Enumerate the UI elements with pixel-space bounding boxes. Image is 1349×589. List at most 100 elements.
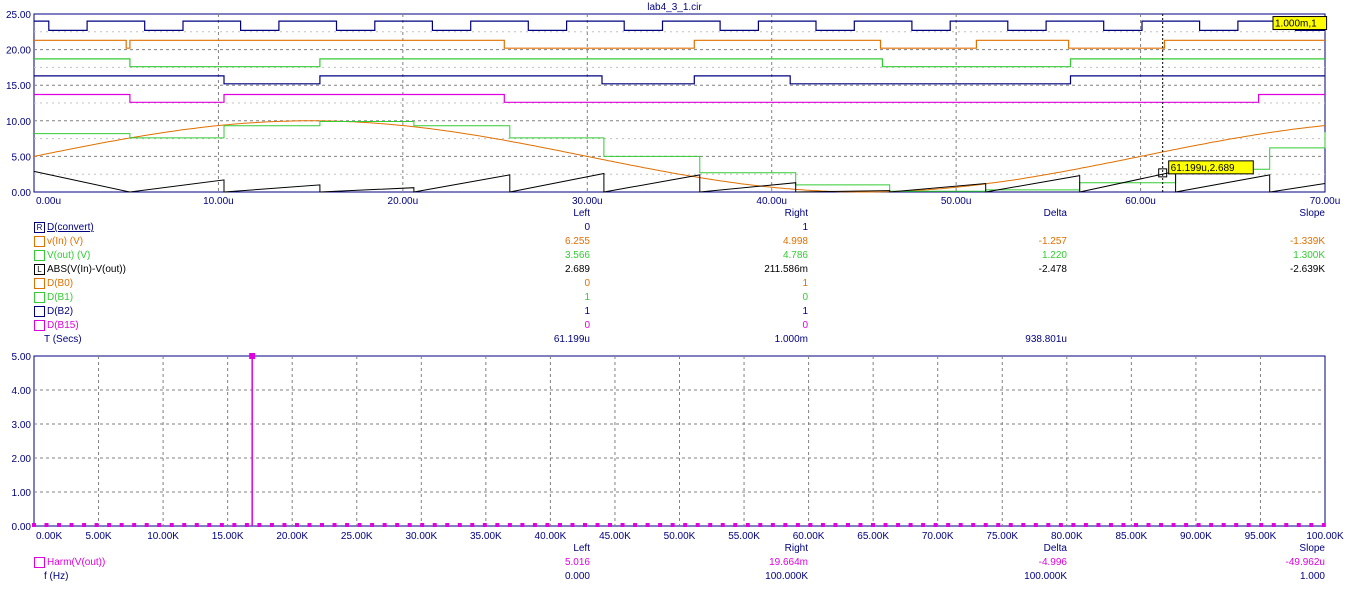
harmonic-point [1008, 523, 1013, 527]
trace-legend-item[interactable]: D(B0) [34, 278, 73, 289]
harmonic-point [1071, 523, 1076, 527]
bottom-y-tick-label: 1.00 [12, 488, 32, 499]
harmonic-point [595, 523, 600, 527]
harmonic-point [683, 523, 688, 527]
col-header-delta: Delta [1043, 543, 1067, 554]
harmonic-point [182, 523, 187, 527]
harmonic-point [1321, 523, 1326, 527]
bottom-x-tick-label: 85.00K [1115, 531, 1147, 542]
trace-name: D(B2) [47, 306, 74, 318]
cursor-value-left: 3.566 [564, 250, 590, 261]
harmonic-point [1221, 523, 1226, 527]
trace-legend-item[interactable]: D(B15) [34, 320, 79, 331]
harmonic-point [194, 523, 199, 527]
top-y-tick-label: 25.00 [6, 10, 31, 21]
cursor-label: 61.199u,2.689 [1171, 163, 1235, 174]
trace-legend-item[interactable]: T (Secs) [44, 334, 82, 345]
harmonic-point [407, 523, 412, 527]
trace-name: Harm(V(out)) [47, 557, 106, 569]
cursor-value-slope: -49.962u [1285, 557, 1325, 568]
harmonic-point [482, 523, 487, 527]
top-y-tick-label: 0.00 [12, 188, 32, 199]
cursor-value-left: 0 [584, 278, 590, 289]
trace-name: D(B1) [47, 292, 74, 304]
harmonic-point [520, 523, 525, 527]
trace-legend-item[interactable]: R D(convert) [34, 222, 94, 233]
harmonic-point [1108, 523, 1113, 527]
plot-area[interactable]: 0.00u 10.00u 20.00u 30.00u 40.00u 50.00u 60.00… [0, 0, 1349, 589]
bottom-x-tick-label: 5.00K [85, 531, 111, 542]
bottom-x-tick-label: 30.00K [405, 531, 437, 542]
trace-name: ABS(V(In)-V(out)) [47, 264, 126, 276]
trace-legend-item[interactable]: D(B1) [34, 292, 73, 303]
cursor-value-right: 4.998 [782, 236, 808, 247]
cursor-value-right: 1.000m [774, 334, 808, 345]
harmonic-point [983, 523, 988, 527]
bottom-y-tick-label: 4.00 [12, 386, 32, 397]
harmonic-point [883, 523, 888, 527]
trace-legend-item[interactable]: D(B2) [34, 306, 73, 317]
trace-legend-item[interactable]: f (Hz) [44, 571, 68, 582]
harmonic-point [1159, 523, 1164, 527]
harmonic-point [582, 523, 587, 527]
harmonic-point [470, 523, 475, 527]
top-y-tick-label: 5.00 [12, 152, 32, 163]
top-y-tick-label: 10.00 [6, 117, 31, 128]
harmonic-point [896, 523, 901, 527]
harmonic-point [257, 523, 262, 527]
harmonic-point [370, 523, 375, 527]
harmonic-point [82, 523, 87, 527]
harmonic-point [833, 523, 838, 527]
bottom-x-tick-label: 50.00K [664, 531, 696, 542]
harmonic-point [695, 523, 700, 527]
cursor-label: 1.000m,1 [1275, 19, 1317, 30]
harmonic-point [495, 523, 500, 527]
harmonic-point [645, 523, 650, 527]
bottom-x-tick-label: 70.00K [922, 531, 954, 542]
harmonic-point [946, 523, 951, 527]
bottom-y-tick-label: 2.00 [12, 454, 32, 465]
harmonic-point [620, 523, 625, 527]
trace-legend-icon [34, 278, 45, 289]
top-x-tick-label: 50.00u [941, 196, 972, 207]
cursor-value-left: 0.000 [564, 571, 590, 582]
bottom-x-tick-label: 20.00K [276, 531, 308, 542]
harmonic-point [795, 523, 800, 527]
harmonic-point [1246, 523, 1251, 527]
harmonic-point [457, 523, 462, 527]
col-header-right: Right [784, 208, 808, 219]
harmonic-point [733, 523, 738, 527]
harmonic-point [996, 523, 1001, 527]
bottom-x-tick-label: 75.00K [986, 531, 1018, 542]
trace-legend-item[interactable]: V(out) (V) [34, 250, 90, 261]
cursor-value-slope: 1.000 [1299, 571, 1325, 582]
bottom-x-tick-label: 10.00K [147, 531, 179, 542]
trace-d-b2- [34, 75, 1325, 85]
harmonic-point [1284, 523, 1289, 527]
top-x-tick-label: 10.00u [203, 196, 234, 207]
harmonic-point [307, 523, 312, 527]
bottom-y-tick-label: 0.00 [12, 522, 32, 533]
bottom-x-tick-label: 80.00K [1051, 531, 1083, 542]
harmonic-point [320, 523, 325, 527]
trace-name: f (Hz) [44, 571, 69, 582]
trace-legend-icon [34, 250, 45, 261]
trace-legend-item[interactable]: L ABS(V(In)-V(out)) [34, 264, 126, 275]
harmonic-point [282, 523, 287, 527]
trace-name: D(B0) [47, 278, 74, 290]
harmonic-point [1121, 523, 1126, 527]
cursor-value-left: 0 [584, 222, 590, 233]
harmonic-point [1209, 523, 1214, 527]
harmonic-point [845, 523, 850, 527]
harmonic-point [1259, 523, 1264, 527]
trace-legend-item[interactable]: Harm(V(out)) [34, 557, 105, 568]
cursor-value-right: 211.586m [764, 264, 808, 275]
trace-legend-icon: R [34, 222, 45, 233]
trace-legend-item[interactable]: v(In) (V) [34, 236, 83, 247]
cursor-value-left: 5.016 [564, 557, 590, 568]
harmonic-point [94, 523, 99, 527]
harmonic-point [532, 523, 537, 527]
harmonic-point [1146, 523, 1151, 527]
cursor-value-right: 1 [802, 306, 808, 317]
cursor-value-right: 4.786 [782, 250, 808, 261]
